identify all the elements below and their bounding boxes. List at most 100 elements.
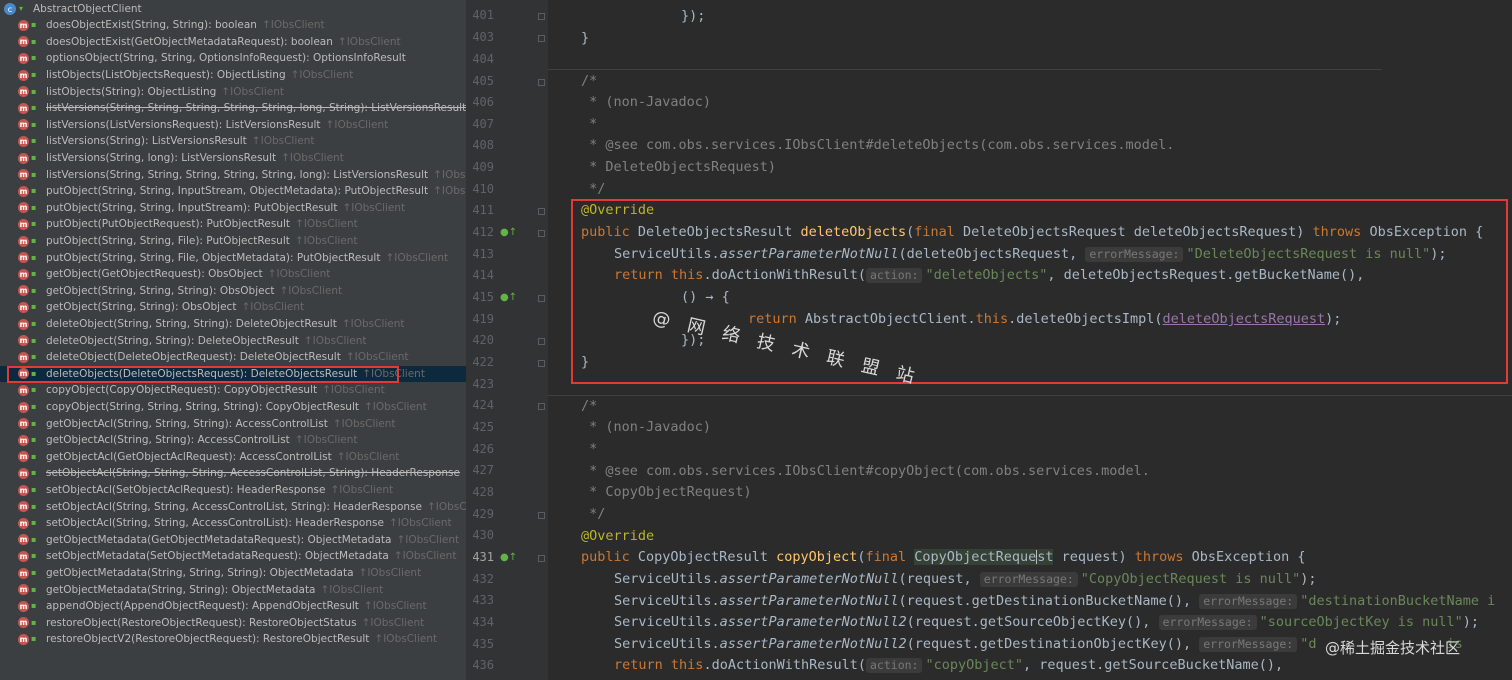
method-signature: getObject(GetObjectRequest): ObsObject [46,268,263,281]
comment-text: * (non-Javadoc) [581,419,712,435]
method-signature: getObject(String, String, String): ObsOb… [46,284,275,297]
fold-marker-icon[interactable] [538,295,545,302]
structure-method-item[interactable]: m ▪ restoreObjectV2(RestoreObjectRequest):… [0,631,466,648]
method-signature: listVersions(ListVersionsRequest): ListV… [46,118,321,131]
structure-method-item[interactable]: m ▪ setObjectAcl(String, String, String, A… [0,465,466,482]
structure-method-item[interactable]: m ▪ appendObject(AppendObjectRequest): App… [0,598,466,615]
line-number: 426 [472,442,494,456]
method-icon: m [18,52,29,64]
fold-marker-icon[interactable] [538,360,545,367]
interface-marker: ↑IObsClient [361,616,425,629]
line-number: 430 [472,528,494,542]
comment-text: * @see com.obs.services.IObsClient#delet… [581,137,1175,153]
fold-marker-icon[interactable] [538,230,545,237]
fold-marker-icon[interactable] [538,79,545,86]
fold-marker-icon[interactable] [538,555,545,562]
fold-marker-icon[interactable] [538,13,545,20]
interface-marker: ↑IObsClient [364,401,427,414]
method-icon: m [18,484,29,496]
structure-method-item[interactable]: m ▪ copyObject(String, String, String, Str… [0,399,466,416]
method-signature: restoreObjectV2(RestoreObjectRequest): R… [46,633,370,646]
structure-method-item[interactable]: m ▪ putObject(PutObjectRequest): PutObject… [0,216,466,233]
method-signature: setObjectAcl(String, String, AccessContr… [46,517,384,530]
code-text: ( [857,549,866,565]
implements-method-icon[interactable]: ●↑ [500,552,517,564]
structure-method-item[interactable]: m ▪ putObject(String, String, InputStream,… [0,183,466,200]
code-text: ServiceUtils. [614,593,720,609]
structure-method-item[interactable]: m ▪ restoreObject(RestoreObjectRequest): R… [0,615,466,632]
fold-marker-icon[interactable] [538,512,545,519]
structure-method-item[interactable]: m ▪ deleteObject(String, String, String): … [0,316,466,333]
implements-method-icon[interactable]: ●↑ [500,227,517,239]
structure-method-item[interactable]: m ▪ getObjectMetadata(String, String): Obj… [0,581,466,598]
parameter-hint: errorMessage: [979,572,1078,587]
structure-method-item[interactable]: m ▪ deleteObject(String, String): DeleteOb… [0,332,466,349]
structure-method-item[interactable]: m ▪ listObjects(String): ObjectListing ↑IOb… [0,83,466,100]
structure-method-item[interactable]: m ▪ listVersions(ListVersionsRequest): Lis… [0,117,466,134]
structure-root[interactable]: c ▾ AbstractObjectClient [4,1,142,17]
structure-method-item[interactable]: m ▪ setObjectAcl(String, String, AccessCon… [0,498,466,515]
structure-method-item[interactable]: m ▪ getObjectMetadata(GetObjectMetadataReq… [0,532,466,549]
fold-marker-icon[interactable] [538,208,545,215]
structure-method-item[interactable]: m ▪ listVersions(String, long): ListVersio… [0,150,466,167]
structure-method-item[interactable]: m ▪ putObject(String, String, File): PutOb… [0,233,466,250]
interface-marker: ↑IObsClient [433,185,466,198]
structure-method-item[interactable]: m ▪ optionsObject(String, String, OptionsI… [0,50,466,67]
code-line-430: @Override [581,526,654,548]
structure-method-item[interactable]: m ▪ listVersions(String): ListVersionsResu… [0,133,466,150]
method-signature: deleteObject(DeleteObjectRequest): Delet… [46,351,341,364]
comment-text: * CopyObjectRequest) [581,484,752,500]
method-icon: m [18,185,29,197]
structure-method-item[interactable]: m ▪ getObject(GetObjectRequest): ObsObject… [0,266,466,283]
structure-method-item[interactable]: m ▪ setObjectAcl(SetObjectAclRequest): Hea… [0,482,466,499]
method-signature: listObjects(String): ObjectListing [46,85,217,98]
code-text: ServiceUtils. [614,571,720,587]
method-signature: getObjectAcl(String, String): AccessCont… [46,434,290,447]
implements-method-icon[interactable]: ●↑ [500,292,517,304]
static-call: assertParameterNotNull [719,593,899,609]
structure-method-item[interactable]: m ▪ deleteObject(DeleteObjectRequest): Del… [0,349,466,366]
method-icon: m [18,567,29,579]
string-literal: "destinationBucketName i [1300,593,1496,609]
structure-method-item[interactable]: m ▪ getObjectAcl(String, String): AccessCo… [0,432,466,449]
structure-method-item[interactable]: m ▪ listVersions(String, String, String, S… [0,100,466,117]
code-line-425: * (non-Javadoc) [581,417,711,439]
fold-marker-icon[interactable] [538,403,545,410]
code-text: (request.getDestinationObjectKey(), [906,636,1200,652]
interface-marker: ↑IObsClient [320,583,384,596]
structure-method-item[interactable]: m ▪ setObjectAcl(String, String, AccessCon… [0,515,466,532]
structure-method-item[interactable]: m ▪ getObjectAcl(String, String, String): … [0,415,466,432]
interface-marker: ↑IObsClient [385,251,449,264]
structure-method-item[interactable]: m ▪ listVersions(String, String, String, S… [0,166,466,183]
structure-method-item[interactable]: m ▪ getObject(String, String): ObsObject ↑I… [0,299,466,316]
structure-method-item[interactable]: m ▪ setObjectMetadata(SetObjectMetadataReq… [0,548,466,565]
interface-marker: ↑IObsClient [251,135,315,148]
code-line-409: * DeleteObjectsRequest) [581,157,776,179]
structure-method-item[interactable]: m ▪ doesObjectExist(GetObjectMetadataReque… [0,34,466,51]
unlock-icon: ▪ [31,534,37,544]
fold-marker-icon[interactable] [538,338,545,345]
interface-marker: ↑IObsClient [294,235,358,248]
method-icon: m [18,169,29,181]
code-text: , request.getSourceBucketName(), [1023,657,1284,673]
structure-method-item[interactable]: m ▪ getObject(String, String, String): Obs… [0,283,466,300]
unlock-icon: ▪ [31,485,37,495]
unlock-icon: ▪ [31,119,37,129]
code-text: ServiceUtils. [614,614,720,630]
structure-method-item[interactable]: m ▪ listObjects(ListObjectsRequest): Objec… [0,67,466,84]
unlock-icon: ▪ [31,252,37,262]
code-text: CopyObjectReque [914,549,1037,565]
unlock-icon: ▪ [31,136,37,146]
structure-method-item[interactable]: m ▪ copyObject(CopyObjectRequest): CopyObj… [0,382,466,399]
interface-marker: ↑IObsClient [342,201,406,214]
structure-method-item[interactable]: m ▪ doesObjectExist(String, String): boole… [0,17,466,34]
structure-method-item[interactable]: m ▪ putObject(String, String, InputStream)… [0,200,466,217]
unlock-icon: ▪ [31,53,37,63]
fold-marker-icon[interactable] [538,35,545,42]
code-text: }); [681,8,706,24]
structure-method-item[interactable]: m ▪ putObject(String, String, File, Object… [0,249,466,266]
comment-text: * [581,116,598,132]
structure-method-item[interactable]: m ▪ getObjectAcl(GetObjectAclRequest): Acc… [0,449,466,466]
structure-method-item[interactable]: m ▪ getObjectMetadata(String, String, Stri… [0,565,466,582]
comment-text: */ [581,181,606,197]
